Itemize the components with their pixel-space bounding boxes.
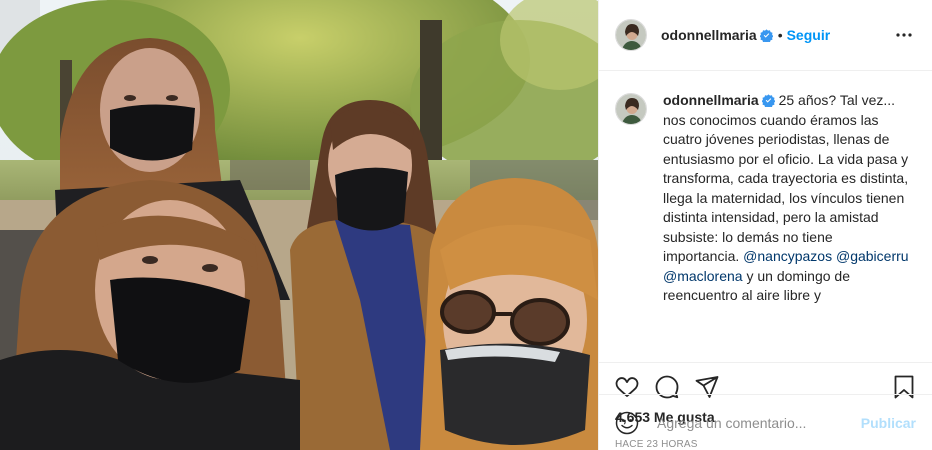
header-username[interactable]: odonnellmaria (661, 27, 773, 43)
caption-avatar[interactable] (615, 93, 647, 125)
mention-link[interactable]: @gabicerru (836, 248, 909, 264)
more-options-icon[interactable] (892, 23, 916, 47)
caption: odonnellmaria 25 años? Tal vez... nos co… (615, 91, 916, 306)
instagram-post: odonnellmaria • Seguir odonnellmaria 25 … (0, 0, 932, 450)
avatar[interactable] (615, 19, 647, 51)
header-username-text[interactable]: odonnellmaria (661, 27, 757, 43)
verified-badge-icon (761, 94, 775, 107)
avatar-image (616, 94, 646, 124)
publish-button[interactable]: Publicar (861, 415, 916, 431)
comment-input[interactable] (655, 413, 861, 432)
selfie-photo-image (0, 0, 598, 450)
emoji-button[interactable] (615, 411, 639, 435)
caption-text: odonnellmaria 25 años? Tal vez... nos co… (663, 91, 909, 306)
caption-body: 25 años? Tal vez... nos conocimos cuando… (663, 92, 909, 264)
separator-dot: • (777, 27, 783, 43)
comments-area[interactable]: odonnellmaria 25 años? Tal vez... nos co… (599, 71, 932, 362)
add-comment-bar: Publicar (599, 394, 932, 450)
post-header: odonnellmaria • Seguir (599, 0, 932, 71)
follow-button[interactable]: Seguir (787, 27, 831, 43)
mention-link[interactable]: @nancypazos (743, 248, 832, 264)
verified-badge-icon (759, 29, 773, 42)
post-photo[interactable] (0, 0, 598, 450)
caption-username[interactable]: odonnellmaria (663, 92, 759, 108)
mention-link[interactable]: @maclorena (663, 268, 743, 284)
post-side-panel: odonnellmaria • Seguir odonnellmaria 25 … (598, 0, 932, 450)
emoji-icon (615, 411, 639, 434)
ellipsis-icon (896, 33, 912, 37)
avatar-image (616, 20, 646, 50)
